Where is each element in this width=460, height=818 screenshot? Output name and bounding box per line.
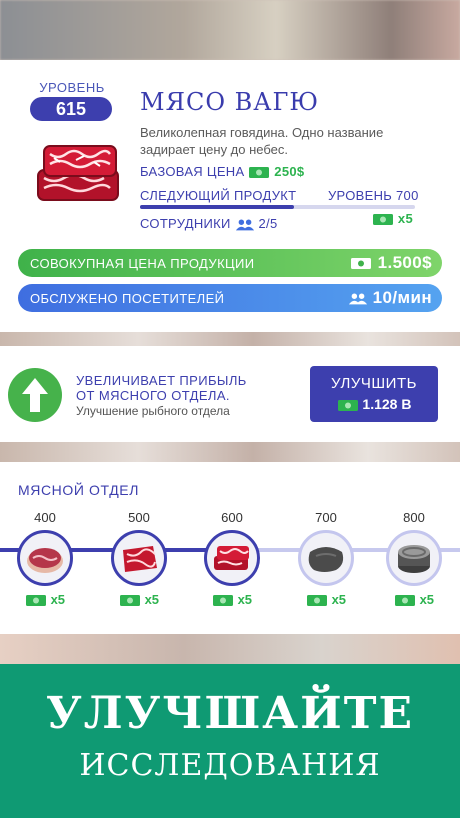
node-multiplier-text: x5 [331,592,347,607]
money-icon [25,595,46,607]
steak-icon [17,530,73,586]
promo-banner: УЛУЧШАЙТЕ ИССЛЕДОВАНИЯ [0,664,460,818]
total-price-value: 1.500$ [350,253,432,273]
node-multiplier-text: x5 [237,592,253,607]
base-price-row: БАЗОВАЯ ЦЕНА 250$ [140,164,304,179]
node-multiplier: x5 [109,592,169,607]
next-multiplier-value: x5 [397,211,413,226]
served-value: 10/мин [348,288,432,308]
store-background-band [0,442,460,462]
node-level: 600 [221,510,243,525]
node-multiplier-text: x5 [50,592,66,607]
base-price-value: 250$ [274,164,305,179]
visitors-icon [348,293,367,305]
product-title: МЯСО ВАГЮ [140,88,319,116]
department-title: МЯСНОЙ ОТДЕЛ [18,482,140,498]
banner-title: УЛУЧШАЙТЕ [46,688,414,739]
upgrade-button-label: УЛУЧШИТЬ [331,375,417,392]
money-icon [212,595,233,607]
upgrade-line2: ОТ МЯСНОГО ОТДЕЛА. [76,388,230,403]
next-product-progress-fill [140,205,294,209]
store-background-bottom [0,634,460,664]
node-multiplier: x5 [202,592,262,607]
upgrade-card: УВЕЛИЧИВАЕТ ПРИБЫЛЬ ОТ МЯСНОГО ОТДЕЛА. У… [0,346,460,442]
served-label: ОБСЛУЖЕНО ПОСЕТИТЕЛЕЙ [30,291,225,306]
product-description: Великолепная говядина. Одно название зад… [140,125,384,157]
node-multiplier: x5 [384,592,444,607]
level-badge: 615 [30,97,112,121]
money-icon [394,595,415,607]
node-level: 400 [34,510,56,525]
staff-icon [235,219,254,231]
staff-label: СОТРУДНИКИ [140,216,231,231]
next-multiplier: x5 [372,211,413,226]
money-icon [249,167,270,179]
wagyu-meat-icon [37,145,119,201]
money-icon [337,399,358,411]
store-background-top [0,0,460,60]
served-visitors-bar: ОБСЛУЖЕНО ПОСЕТИТЕЛЕЙ 10/мин [18,284,442,312]
dept-node-800[interactable]: 800 x5 [384,510,444,607]
node-multiplier-text: x5 [419,592,435,607]
next-level-label: УРОВЕНЬ 700 [328,188,419,203]
staff-row[interactable]: СОТРУДНИКИ 2/5 [140,216,278,231]
arrow-up-icon [8,368,62,422]
store-background-band [0,332,460,346]
wagyu-meat-icon [204,530,260,586]
upgrade-button[interactable]: УЛУЧШИТЬ 1.128 B [310,366,438,422]
dept-node-700[interactable]: 700 x5 [296,510,356,607]
money-icon [306,595,327,607]
upgrade-price: 1.128 B [310,396,438,412]
dept-node-600[interactable]: 600 x5 [202,510,262,607]
staff-value: 2/5 [258,216,278,231]
node-level: 800 [403,510,425,525]
total-price-bar: СОВОКУПНАЯ ЦЕНА ПРОДУКЦИИ 1.500$ [18,249,442,277]
base-price-label: БАЗОВАЯ ЦЕНА [140,164,245,179]
node-level: 500 [128,510,150,525]
dept-node-400[interactable]: 400 x5 [15,510,75,607]
department-card: МЯСНОЙ ОТДЕЛ 400 x5 500 x5 600 x5 700 x5… [0,462,460,634]
upgrade-subtitle: Улучшение рыбного отдела [76,404,230,418]
money-icon [119,595,140,607]
dark-meat-icon [298,530,354,586]
marbled-beef-icon [111,530,167,586]
upgrade-price-text: 1.128 B [362,396,412,412]
level-label: УРОВЕНЬ [39,80,105,95]
total-price-text: 1.500$ [377,253,432,272]
next-product-label: СЛЕДУЮЩИЙ ПРОДУКТ [140,188,297,203]
node-multiplier: x5 [296,592,356,607]
upgrade-description: УВЕЛИЧИВАЕТ ПРИБЫЛЬ ОТ МЯСНОГО ОТДЕЛА. [76,373,276,403]
banner-subtitle: ИССЛЕДОВАНИЯ [79,748,381,783]
node-multiplier: x5 [15,592,75,607]
next-product-progress [140,205,415,209]
node-multiplier-text: x5 [144,592,160,607]
dept-node-500[interactable]: 500 x5 [109,510,169,607]
node-level: 700 [315,510,337,525]
served-text: 10/мин [372,288,432,307]
total-price-label: СОВОКУПНАЯ ЦЕНА ПРОДУКЦИИ [30,256,255,271]
money-icon [351,258,372,270]
upgrade-line1: УВЕЛИЧИВАЕТ ПРИБЫЛЬ [76,373,247,388]
canned-meat-icon [386,530,442,586]
money-icon [373,214,393,226]
product-card: УРОВЕНЬ 615 МЯСО ВАГЮ Великолепная говяд… [0,60,460,332]
